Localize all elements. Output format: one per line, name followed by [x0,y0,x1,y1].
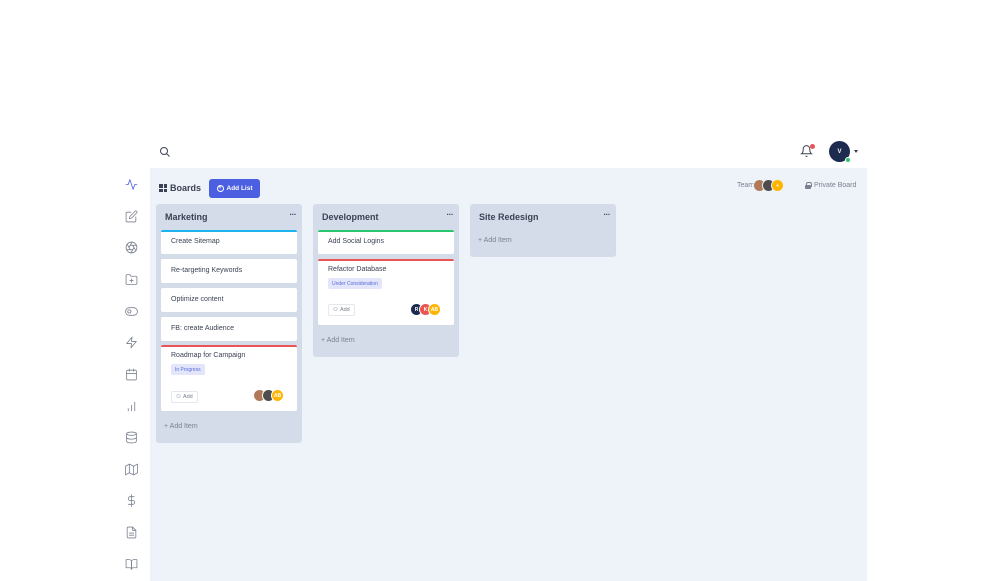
card[interactable]: Add Social Logins [318,230,454,254]
card[interactable]: Refactor Database Under Consideration ⚇ … [318,259,454,325]
add-member-button[interactable]: ⚇ Add [328,304,355,316]
grid-icon [159,184,167,192]
search-icon [160,147,170,157]
card[interactable]: Re-targeting Keywords [161,259,297,283]
card-color-bar [318,230,454,232]
user-avatar[interactable]: V [829,141,851,163]
notifications-button[interactable] [800,144,815,160]
card-title: Add Social Logins [328,238,385,245]
list-marketing: Marketing ··· Create Sitemap Re-targetin… [156,204,302,443]
add-item-button[interactable]: + Add Item [321,337,355,344]
card-color-bar [318,259,454,261]
add-member-label: Add [182,394,193,400]
sidebar-item-charts[interactable] [121,396,141,416]
card-color-bar [161,345,297,347]
page-title: Boards [159,181,201,195]
user-plus-icon: ⚇ [333,307,338,313]
plus-circle-icon: + [216,185,224,192]
card[interactable]: FB: create Audience [161,317,297,341]
sidebar-item-zap[interactable] [121,332,141,352]
card-title: Refactor Database [328,266,387,273]
card[interactable]: Roadmap for Campaign In Progress ⚇ Add A… [161,345,297,411]
avatar[interactable]: AB [428,303,441,316]
status-badge: In Progress [171,364,205,375]
add-item-button[interactable]: + Add Item [164,423,198,430]
list-title: Marketing [165,212,208,222]
card-title: Create Sitemap [171,238,220,245]
calendar-icon [125,368,137,380]
more-options-icon[interactable]: ··· [447,210,454,219]
user-initial: V [837,148,842,155]
sidebar [113,166,149,581]
top-bar: V [150,136,867,168]
user-plus-icon: ⚇ [176,394,181,400]
team-members: Team + [737,179,785,192]
chevron-down-icon[interactable] [854,150,858,153]
edit-icon [125,210,137,222]
sidebar-item-toggle[interactable] [121,301,141,321]
sidebar-item-dollar[interactable] [121,490,141,510]
card-title: Re-targeting Keywords [171,267,243,274]
card[interactable]: Create Sitemap [161,230,297,254]
sidebar-item-folder[interactable] [121,269,141,289]
list-title: Site Redesign [479,212,539,222]
status-badge: Under Consideration [328,278,382,289]
book-icon [125,558,137,570]
sidebar-item-edit[interactable] [121,206,141,226]
sidebar-item-calendar[interactable] [121,364,141,384]
sidebar-item-aperture[interactable] [121,237,141,257]
database-icon [125,431,137,443]
more-options-icon[interactable]: ··· [604,210,611,219]
activity-icon [125,178,137,190]
aperture-icon [125,241,137,253]
list-site-redesign: Site Redesign ··· + Add Item [470,204,616,257]
page-title-text: Boards [170,183,202,193]
list-title: Development [322,212,379,222]
zap-icon [125,336,137,348]
card-avatars: AB [253,389,284,402]
sidebar-item-file[interactable] [121,522,141,542]
add-item-button[interactable]: + Add Item [478,237,512,244]
team-label: Team [737,182,755,189]
more-options-icon[interactable]: ··· [290,210,297,219]
add-member-button[interactable]: ⚇ Add [171,391,198,403]
bar-chart-icon [127,401,135,411]
card-title: Roadmap for Campaign [171,352,246,359]
file-text-icon [126,526,136,538]
card-color-bar [161,230,297,232]
sidebar-item-database[interactable] [121,427,141,447]
notification-dot [810,144,815,149]
toggle-icon [124,306,138,316]
privacy-label: Private Board [814,182,857,189]
team-avatar-more[interactable]: + [771,179,785,192]
add-list-button[interactable]: + Add List [209,179,260,198]
sidebar-item-activity[interactable] [121,174,141,194]
board-area: Boards + Add List Team + Private Board M… [150,168,867,581]
card-title: Optimize content [171,296,224,303]
card-avatars: R K AB [410,303,441,316]
add-member-label: Add [339,307,350,313]
add-list-label: Add List [226,185,253,192]
lock-icon [805,182,812,189]
list-development: Development ··· Add Social Logins Refact… [313,204,459,357]
card-title: FB: create Audience [171,325,235,332]
map-icon [124,463,138,475]
sidebar-item-map[interactable] [121,459,141,479]
privacy-status[interactable]: Private Board [805,182,856,189]
search-button[interactable] [159,145,173,159]
folder-plus-icon [125,273,137,285]
sidebar-item-book[interactable] [121,554,141,574]
app-root: V Boards + Add List Team + Private Board… [0,0,983,581]
card[interactable]: Optimize content [161,288,297,312]
dollar-icon [127,493,135,507]
online-status-dot [845,157,851,163]
avatar[interactable]: AB [271,389,284,402]
